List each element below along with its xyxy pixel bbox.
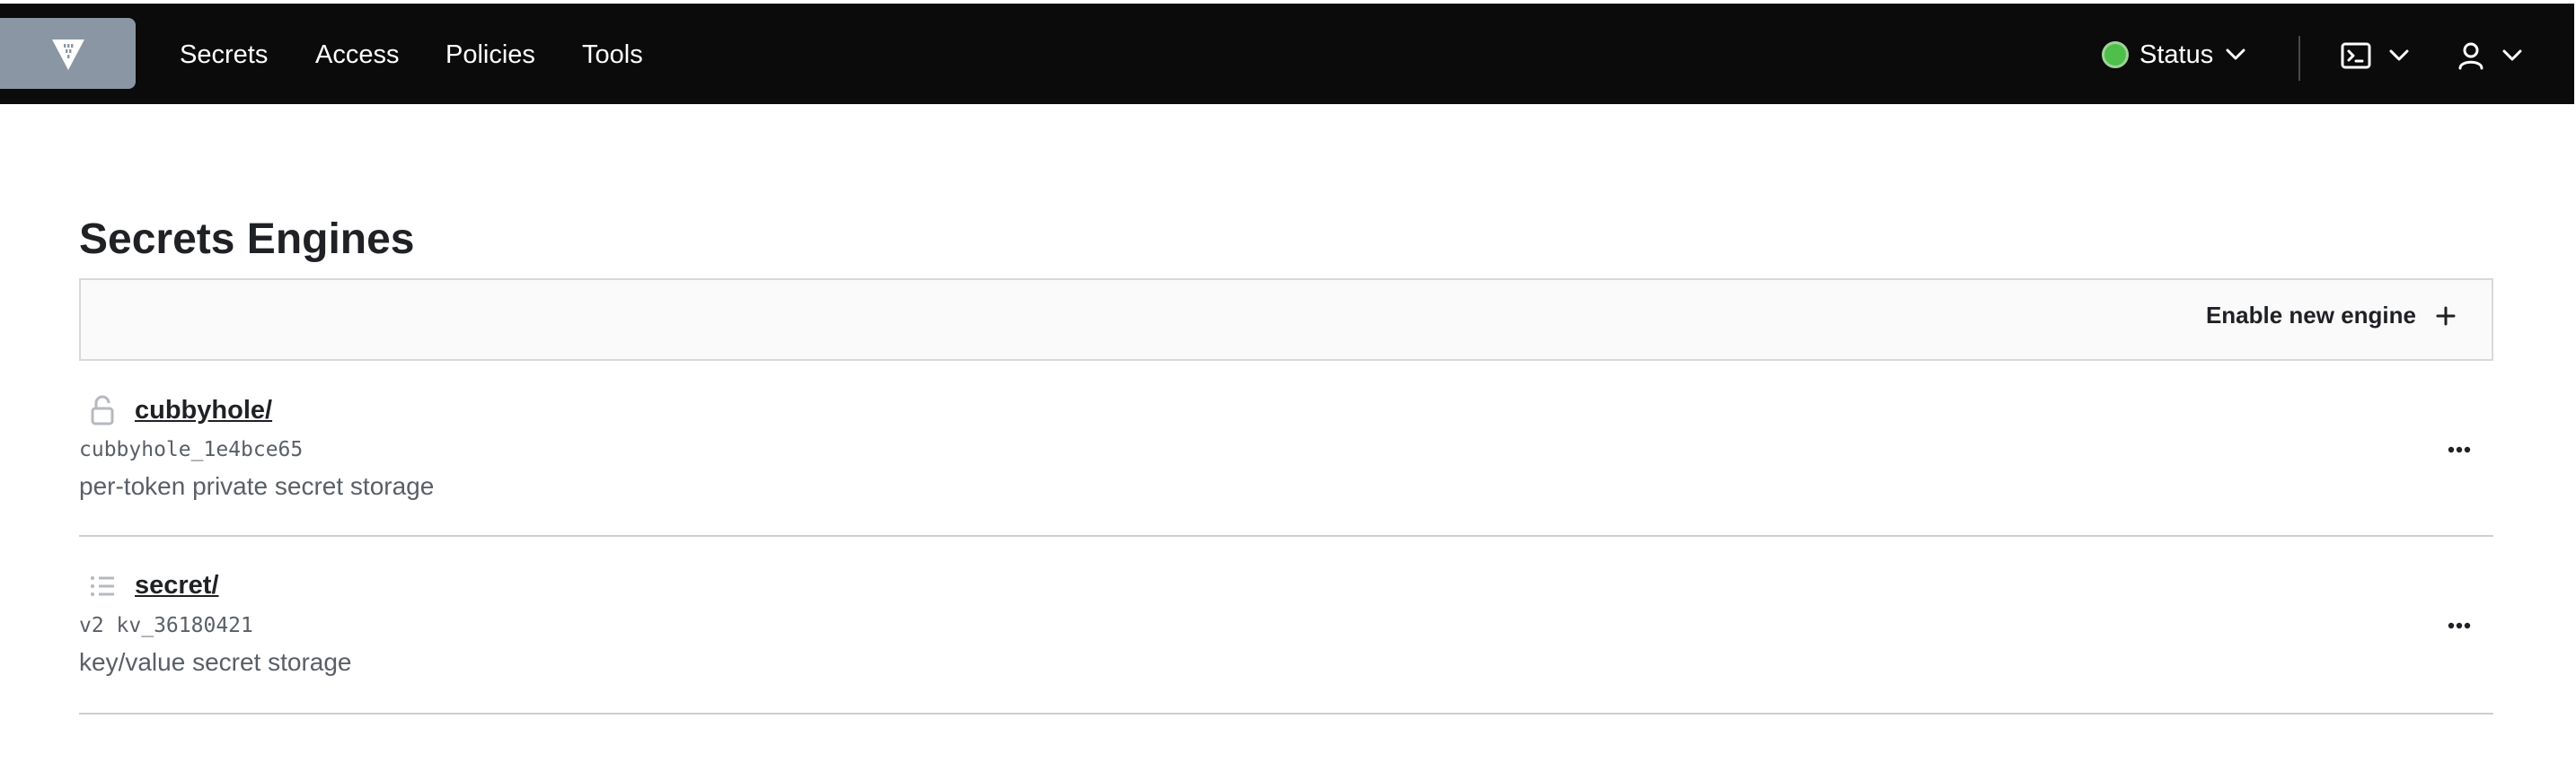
user-icon [2458, 42, 2483, 70]
status-menu-button[interactable]: Status [2102, 36, 2245, 74]
chevron-down-icon [2502, 49, 2522, 61]
status-label: Status [2139, 39, 2214, 69]
vault-logo-icon [51, 39, 84, 70]
more-horizontal-icon [2448, 446, 2471, 453]
nav-link-tools[interactable]: Tools [582, 39, 643, 70]
console-menu-button[interactable] [2341, 38, 2409, 74]
status-indicator-icon [2102, 41, 2129, 68]
page-title: Secrets Engines [79, 215, 415, 263]
more-horizontal-icon [2448, 622, 2471, 629]
terminal-icon [2341, 42, 2371, 69]
engine-accessor-id: cubbyhole_1e4bce65 [79, 438, 304, 461]
toolbar: Enable new engine [79, 278, 2493, 361]
chevron-down-icon [2389, 49, 2409, 61]
enable-new-engine-label: Enable new engine [2205, 302, 2416, 329]
chevron-down-icon [2226, 48, 2245, 60]
engine-name-link[interactable]: secret/ [135, 571, 219, 601]
more-options-button[interactable] [2441, 612, 2477, 639]
list-item: cubbyhole/ cubbyhole_1e4bce65 per-token … [79, 361, 2493, 537]
enable-new-engine-button[interactable]: Enable new engine [2206, 302, 2456, 329]
nav-link-access[interactable]: Access [315, 39, 399, 70]
list-item: secret/ v2 kv_36180421 key/value secret … [79, 537, 2493, 715]
engine-description: per-token private secret storage [79, 472, 435, 500]
engine-accessor-id: v2 kv_36180421 [79, 614, 253, 637]
list-icon [91, 575, 114, 596]
user-menu-button[interactable] [2457, 38, 2522, 74]
engine-description: key/value secret storage [79, 648, 352, 676]
plus-icon [2436, 306, 2456, 325]
nav-divider [2298, 36, 2300, 81]
home-logo-link[interactable] [0, 18, 136, 89]
more-options-button[interactable] [2441, 436, 2477, 463]
engine-name-link[interactable]: cubbyhole/ [135, 396, 272, 425]
lock-icon [91, 395, 114, 425]
nav-link-policies[interactable]: Policies [446, 39, 535, 70]
nav-link-secrets[interactable]: Secrets [180, 39, 268, 70]
top-navigation-bar: Secrets Access Policies Tools Status [0, 4, 2574, 104]
